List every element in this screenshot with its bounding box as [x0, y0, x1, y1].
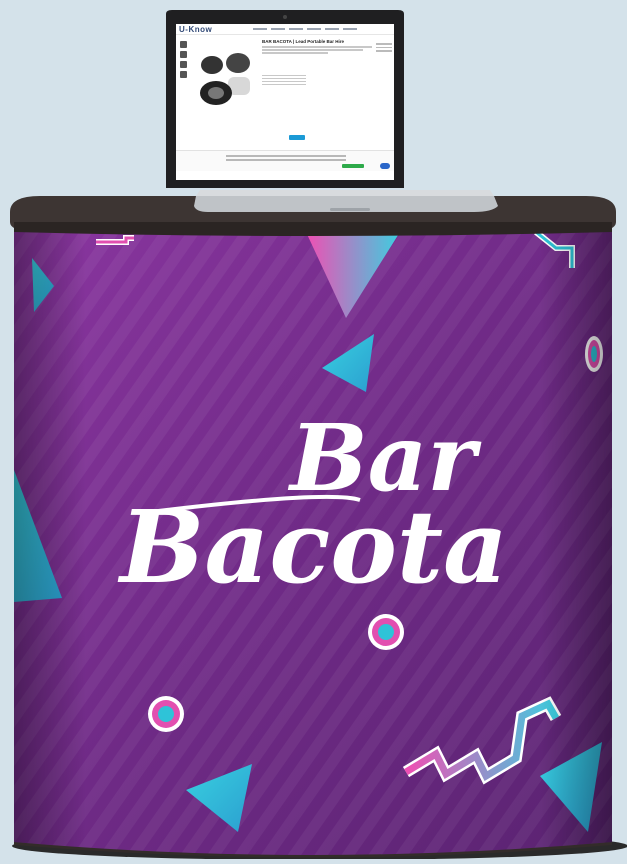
thumbnail[interactable] [180, 41, 187, 48]
site-header: U-Know [176, 24, 394, 35]
thumbnail[interactable] [180, 61, 187, 68]
thumbnail-column [180, 41, 188, 81]
site-logo[interactable]: U-Know [179, 25, 212, 34]
nav-item[interactable] [270, 28, 285, 30]
nav-item[interactable] [252, 28, 267, 30]
nav-item[interactable] [306, 28, 321, 30]
product-image[interactable] [194, 47, 256, 109]
product-title: BAR BACOTA | Lead Portable Bar Hire [262, 39, 345, 44]
product-page: BAR BACOTA | Lead Portable Bar Hire [176, 35, 394, 155]
thumbnail[interactable] [180, 71, 187, 78]
nav-item[interactable] [288, 28, 303, 30]
product-info: BAR BACOTA | Lead Portable Bar Hire [262, 39, 372, 87]
add-to-quote-button[interactable] [289, 135, 305, 140]
accept-cookies-button[interactable] [342, 164, 364, 168]
photo-scene: Bar Bacota U-Know BAR BACOTA | Lead Port… [0, 0, 627, 860]
site-nav [218, 28, 391, 30]
side-panel [376, 41, 392, 54]
nav-item[interactable] [324, 28, 339, 30]
product-gallery [180, 41, 258, 111]
nav-item[interactable] [342, 28, 357, 30]
chat-button[interactable] [380, 163, 390, 169]
headline-line-2: Bacota [117, 488, 508, 606]
laptop-screen: U-Know BAR BACOTA | Lead Portable Bar Hi… [176, 24, 394, 180]
cookie-banner [176, 150, 394, 171]
thumbnail[interactable] [180, 51, 187, 58]
